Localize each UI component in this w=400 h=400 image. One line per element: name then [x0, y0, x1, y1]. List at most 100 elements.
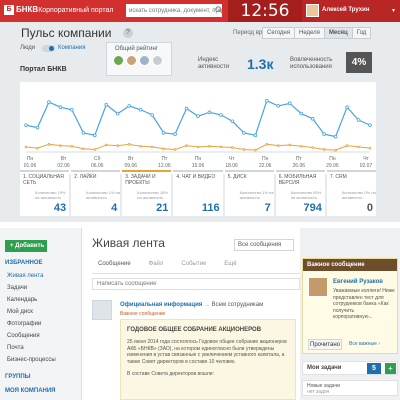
search-icon[interactable]	[215, 6, 223, 14]
data-point[interactable]	[254, 148, 257, 152]
data-point[interactable]	[70, 107, 74, 112]
data-point[interactable]	[356, 118, 361, 122]
data-point[interactable]	[82, 147, 85, 151]
data-point[interactable]	[127, 143, 131, 146]
people-company-toggle[interactable]	[42, 45, 55, 52]
data-point[interactable]	[184, 106, 189, 111]
data-point[interactable]	[59, 144, 62, 147]
company-label[interactable]: Компания	[58, 45, 85, 51]
tool-card[interactable]: 5. ДИСК Количество 1% на активность 7	[224, 170, 274, 216]
data-point[interactable]	[81, 130, 86, 135]
chevron-down-icon[interactable]: ▾	[392, 7, 395, 14]
data-point[interactable]	[36, 146, 39, 150]
data-point[interactable]	[368, 123, 372, 127]
tasks-count-badge[interactable]: 5	[367, 363, 381, 374]
data-point[interactable]	[162, 147, 165, 151]
data-point[interactable]	[310, 116, 315, 121]
feed-filter[interactable]: Все сообщения	[234, 239, 294, 251]
data-point[interactable]	[127, 104, 131, 108]
data-point[interactable]	[161, 130, 166, 135]
period-tab-year[interactable]: Год	[351, 27, 372, 39]
sidebar-item-messages[interactable]: Сообщения	[7, 333, 40, 339]
search-input[interactable]	[126, 4, 222, 17]
data-point[interactable]	[322, 148, 326, 151]
tool-card[interactable]: 2. ЛАЙКИ Количество 1% на активность 4	[71, 170, 121, 216]
sidebar-section-groups[interactable]: ГРУППЫ	[5, 374, 31, 380]
tool-card[interactable]: 6. МОБИЛЬНАЯ ВЕРСИЯ Количество 65% на акт…	[275, 170, 325, 216]
data-point[interactable]	[219, 113, 223, 117]
sidebar-item-tasks[interactable]: Задачи	[7, 285, 27, 291]
data-point[interactable]	[196, 114, 200, 118]
data-point[interactable]	[47, 100, 51, 104]
data-point[interactable]	[35, 125, 40, 130]
sidebar-section-favorites[interactable]: ИЗБРАННОЕ	[5, 260, 43, 266]
data-point[interactable]	[299, 144, 303, 148]
involvement-value[interactable]: 4%	[346, 52, 372, 73]
tool-card[interactable]: 3. ЗАДАЧИ И ПРОЕКТЫ Количество 18% на акт…	[122, 170, 172, 216]
data-point[interactable]	[93, 148, 97, 151]
my-tasks-widget[interactable]: Мои задачи 5 +	[302, 361, 398, 375]
user-menu[interactable]: Алексей Трухин ▾	[302, 0, 400, 22]
sidebar-item-disk[interactable]: Мой диск	[7, 309, 33, 315]
post-recipients[interactable]: Всем сотрудникам	[212, 302, 264, 308]
data-point[interactable]	[47, 143, 51, 146]
data-point[interactable]	[70, 144, 74, 148]
data-point[interactable]	[173, 148, 177, 151]
sidebar-item-photos[interactable]: Фотографии	[7, 321, 41, 327]
data-point[interactable]	[333, 134, 338, 139]
tool-card[interactable]: 1. СОЦИАЛЬНАЯ СЕТЬ Количество 19% на акти…	[20, 170, 70, 216]
sidebar-item-calendar[interactable]: Календарь	[7, 297, 37, 303]
portal-logo[interactable]: Б БНКВКорпоративный портал	[4, 5, 113, 15]
data-point[interactable]	[150, 113, 154, 117]
add-task-icon[interactable]: +	[385, 363, 396, 374]
post-avatar[interactable]	[92, 300, 112, 320]
data-point[interactable]	[288, 143, 292, 147]
data-point[interactable]	[299, 111, 304, 116]
tool-card[interactable]: 4. ЧАТ И ВИДЕО 116	[173, 170, 223, 216]
data-point[interactable]	[138, 107, 143, 112]
people-label[interactable]: Люди	[20, 45, 35, 51]
data-point[interactable]	[242, 148, 246, 151]
data-point[interactable]	[208, 144, 211, 148]
tool-card[interactable]: 7. CRM Количество 0% на активность 0	[326, 170, 376, 216]
add-button[interactable]: + Добавить	[5, 240, 47, 252]
data-point[interactable]	[322, 132, 326, 136]
data-point[interactable]	[104, 102, 109, 107]
data-point[interactable]	[345, 105, 349, 110]
data-point[interactable]	[276, 104, 281, 108]
author-avatar[interactable]	[308, 277, 328, 297]
data-point[interactable]	[287, 101, 292, 106]
data-point[interactable]	[231, 146, 234, 149]
data-point[interactable]	[265, 98, 269, 103]
clock-widget[interactable]: 12:56	[228, 0, 302, 22]
data-point[interactable]	[24, 145, 28, 149]
data-point[interactable]	[93, 133, 97, 138]
period-tab-today[interactable]: Сегодня	[262, 27, 295, 39]
sidebar-item-feed[interactable]: Живая лента	[7, 273, 43, 279]
sidebar-section-company[interactable]: МОЯ КОМПАНИЯ	[5, 388, 56, 394]
data-point[interactable]	[242, 130, 246, 135]
tab-event[interactable]: Событие	[175, 261, 206, 273]
mark-read-button[interactable]: Прочитано	[308, 339, 342, 350]
data-point[interactable]	[230, 119, 235, 124]
data-point[interactable]	[207, 110, 212, 115]
data-point[interactable]	[368, 146, 372, 150]
all-important-link[interactable]: Все важные ›	[349, 341, 380, 347]
overall-rating[interactable]: Общий рейтинг	[106, 42, 172, 76]
data-point[interactable]	[357, 145, 360, 149]
data-point[interactable]	[150, 145, 154, 149]
data-point[interactable]	[196, 145, 200, 149]
data-point[interactable]	[253, 133, 258, 138]
data-point[interactable]	[265, 143, 269, 146]
data-point[interactable]	[115, 111, 120, 116]
help-icon[interactable]: ?	[123, 28, 133, 38]
period-tab-week[interactable]: Неделя	[294, 27, 325, 39]
data-point[interactable]	[345, 144, 349, 147]
sidebar-item-mail[interactable]: Почта	[7, 345, 24, 351]
data-point[interactable]	[311, 146, 314, 149]
data-point[interactable]	[334, 148, 337, 152]
data-point[interactable]	[58, 105, 63, 110]
new-tasks-widget[interactable]: Новые задачи нет задач	[302, 380, 398, 396]
tab-file[interactable]: Файл	[143, 261, 164, 273]
data-point[interactable]	[276, 144, 280, 147]
